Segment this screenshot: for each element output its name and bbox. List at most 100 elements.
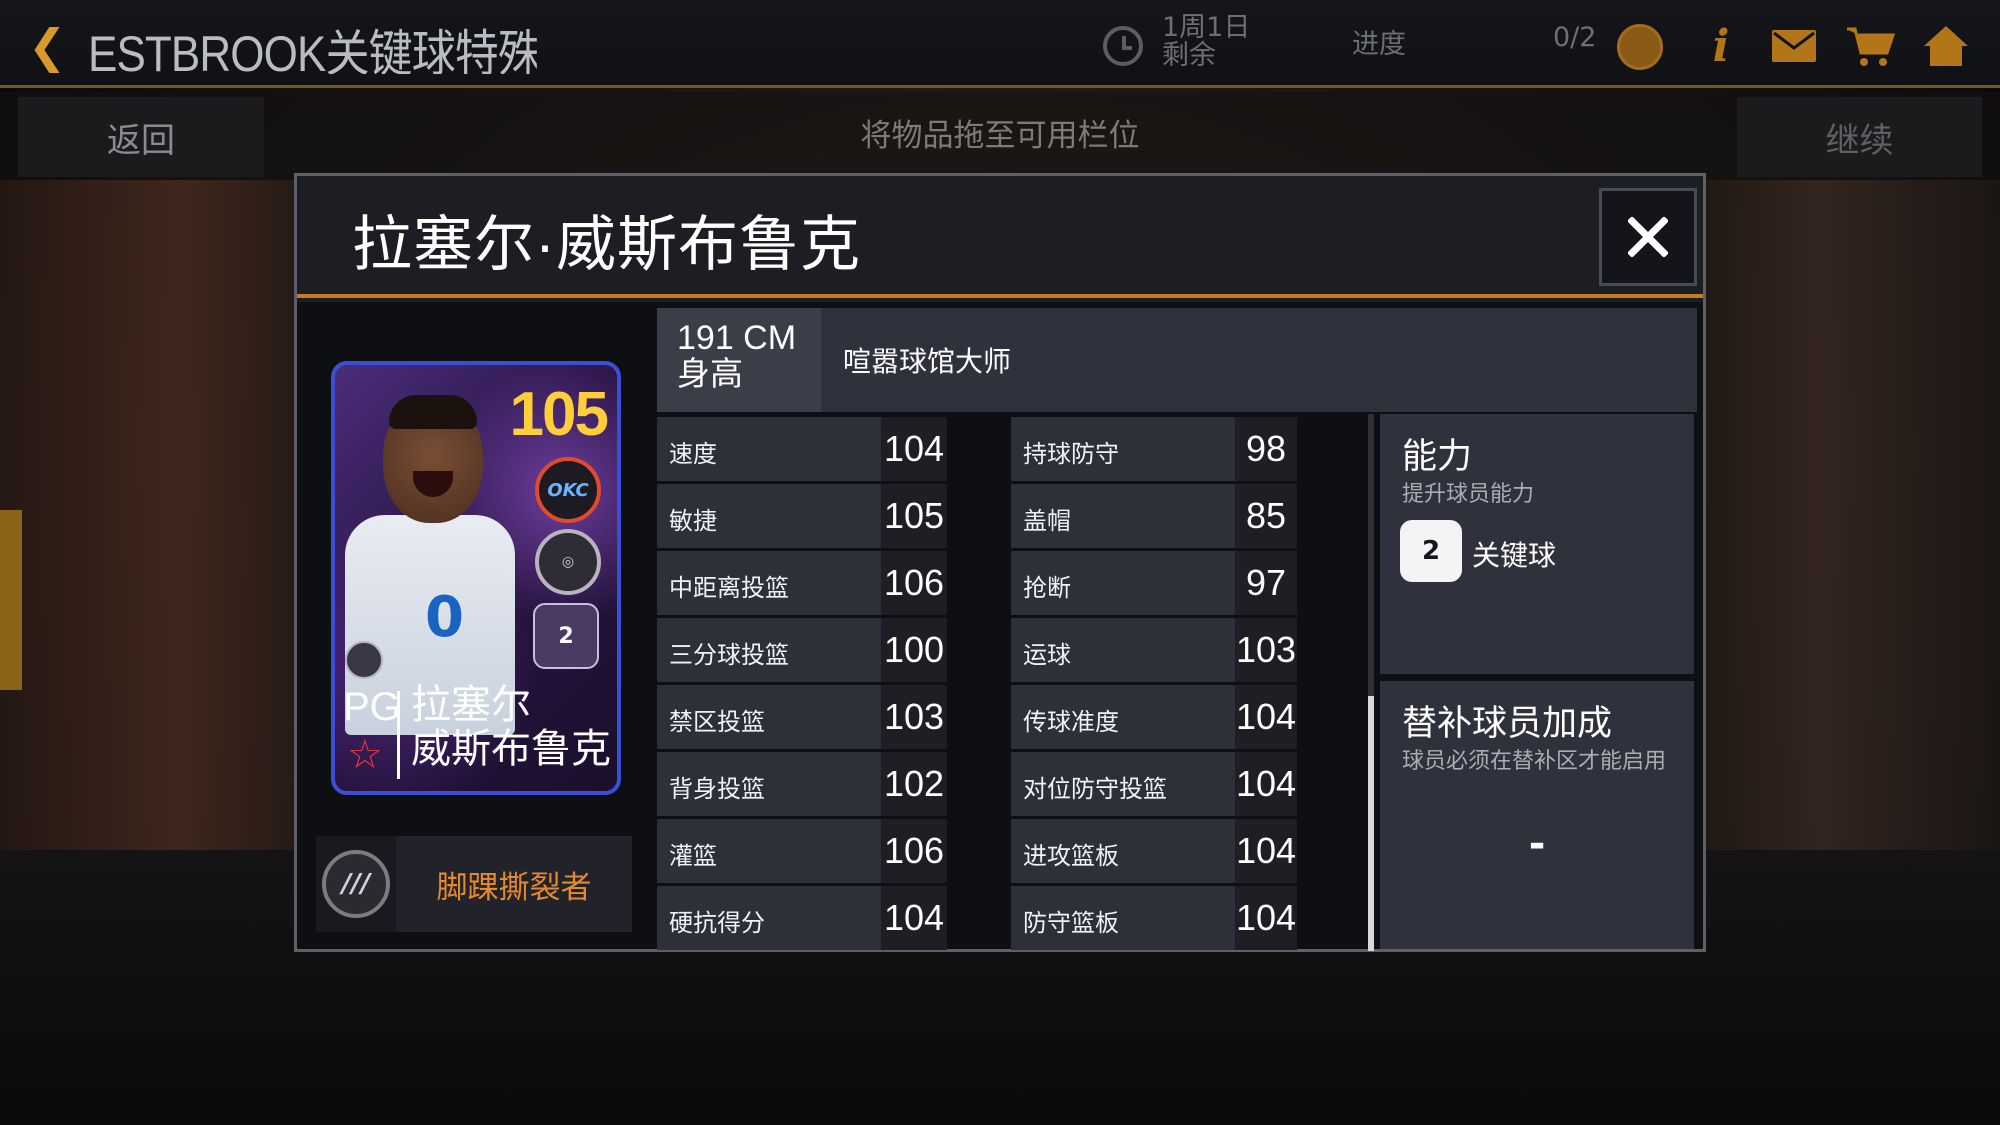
- okc-team-badge-icon: OKC: [535, 457, 601, 523]
- back-button[interactable]: 返回: [18, 97, 264, 177]
- stat-value: 98: [1245, 428, 1287, 469]
- stat-value: 104: [1235, 763, 1297, 804]
- team-abbreviation: OKC: [547, 479, 589, 501]
- player-detail-modal: 拉塞尔·威斯布鲁克 0 105 OKC ◎ 2 PG 拉塞尔 威斯布鲁克 ☆ /…: [294, 173, 1706, 952]
- stat-value-cell: 104: [881, 417, 947, 481]
- card-first-name: 拉塞尔: [411, 682, 531, 728]
- stat-value-cell: 100: [881, 618, 947, 682]
- stat-row: 速度 104: [657, 417, 947, 481]
- clutch-icon[interactable]: 2: [1400, 520, 1462, 582]
- close-icon: [1628, 217, 1668, 257]
- stat-label: 传球准度: [1023, 708, 1119, 736]
- player-card[interactable]: 0 105 OKC ◎ 2 PG 拉塞尔 威斯布鲁克 ☆: [331, 361, 621, 795]
- stat-value-cell: 104: [1235, 886, 1297, 950]
- stat-value-cell: 104: [1235, 752, 1297, 816]
- stat-value-cell: 104: [1235, 819, 1297, 883]
- stat-row: 对位防守投篮 104: [1011, 752, 1297, 816]
- ability-title: 能力: [1402, 437, 1473, 477]
- stat-value: 102: [883, 763, 945, 804]
- stat-row: 灌篮 106: [657, 819, 947, 883]
- stat-value-cell: 103: [1235, 618, 1297, 682]
- cart-icon[interactable]: [1844, 22, 1896, 70]
- basketball-icon[interactable]: [1617, 24, 1663, 70]
- stat-row: 持球防守 98: [1011, 417, 1297, 481]
- side-edge-tab[interactable]: [0, 510, 22, 690]
- progress-label: 进度: [1352, 29, 1406, 60]
- claw-badge-icon: ///: [322, 850, 390, 918]
- stat-value: 105: [883, 495, 945, 536]
- ability-item-name[interactable]: 关键球: [1472, 534, 1556, 574]
- stat-value-cell: 104: [1235, 685, 1297, 749]
- star-icon: ☆: [347, 732, 383, 778]
- back-chevron-icon[interactable]: ❮: [28, 23, 68, 69]
- stat-value: 104: [1235, 696, 1297, 737]
- player-info-strip: 191 CM 身高 喧嚣球馆大师: [657, 308, 1697, 412]
- stat-value: 106: [883, 562, 945, 603]
- stat-label: 禁区投篮: [669, 708, 765, 736]
- stat-row: 抢断 97: [1011, 551, 1297, 615]
- bench-bonus-subtitle: 球员必须在替补区才能启用: [1402, 749, 1667, 774]
- signature-badge[interactable]: /// 脚踝撕裂者: [316, 836, 632, 932]
- clutch-badge-icon: 2: [533, 603, 599, 669]
- close-button[interactable]: [1599, 188, 1697, 286]
- claw-badge-icon: [345, 641, 383, 679]
- stat-label: 背身投篮: [669, 775, 765, 803]
- continue-button[interactable]: 继续: [1737, 97, 1982, 177]
- signature-badge-label: 脚踝撕裂者: [436, 869, 592, 906]
- card-last-name: 威斯布鲁克: [411, 726, 611, 772]
- stat-value-cell: 98: [1235, 417, 1297, 481]
- stat-label: 三分球投篮: [669, 641, 789, 669]
- stat-value-cell: 103: [881, 685, 947, 749]
- stat-row: 传球准度 104: [1011, 685, 1297, 749]
- bench-bonus-panel: 替补球员加成 球员必须在替补区才能启用 -: [1380, 681, 1694, 949]
- ability-subtitle: 提升球员能力: [1402, 482, 1535, 507]
- stat-row: 中距离投篮 106: [657, 551, 947, 615]
- jersey-number: 0: [425, 585, 464, 650]
- stat-value-cell: 85: [1235, 484, 1297, 548]
- stat-value: 104: [883, 428, 945, 469]
- stat-row: 盖帽 85: [1011, 484, 1297, 548]
- scrollbar-thumb[interactable]: [1368, 696, 1374, 951]
- stat-label: 运球: [1023, 641, 1071, 669]
- height-label: 身高: [677, 354, 743, 393]
- stat-label: 中距离投篮: [669, 574, 789, 602]
- info-icon[interactable]: i: [1706, 21, 1736, 72]
- stat-row: 三分球投篮 100: [657, 618, 947, 682]
- height-box: 191 CM 身高: [657, 308, 821, 412]
- player-hair: [389, 395, 477, 429]
- card-rating: 105: [509, 380, 609, 449]
- mail-icon[interactable]: [1768, 22, 1820, 70]
- bench-bonus-title: 替补球员加成: [1402, 704, 1613, 744]
- stat-row: 运球 103: [1011, 618, 1297, 682]
- stat-label: 防守篮板: [1023, 909, 1119, 937]
- stat-label: 硬抗得分: [669, 909, 765, 937]
- pro-badge-icon: ◎: [535, 529, 601, 595]
- stat-label: 抢断: [1023, 574, 1071, 602]
- background-crowd-right: [1700, 180, 2000, 900]
- stat-label: 速度: [669, 440, 717, 468]
- stat-row: 防守篮板 104: [1011, 886, 1297, 950]
- progress-value: 0/2: [1553, 22, 1597, 53]
- home-icon[interactable]: [1920, 22, 1972, 70]
- height-value: 191 CM: [677, 319, 797, 357]
- stat-value-cell: 104: [881, 886, 947, 950]
- stat-label: 持球防守: [1023, 440, 1119, 468]
- stat-value: 106: [883, 830, 945, 871]
- drag-hint: 将物品拖至可用栏位: [860, 118, 1140, 154]
- stat-value: 97: [1245, 562, 1287, 603]
- background-crowd-left: [0, 180, 300, 900]
- stat-value-cell: 106: [881, 819, 947, 883]
- stat-row: 硬抗得分 104: [657, 886, 947, 950]
- event-title: ESTBROOK关键球特殊技能: [88, 26, 537, 74]
- stat-value: 100: [883, 629, 945, 670]
- player-mouth: [413, 471, 453, 497]
- stat-label: 对位防守投篮: [1023, 775, 1167, 803]
- card-name-divider: [397, 691, 400, 779]
- modal-header: 拉塞尔·威斯布鲁克: [297, 176, 1703, 298]
- stat-label: 灌篮: [669, 842, 717, 870]
- time-remaining: 1周1日 剩余: [1162, 14, 1250, 70]
- stat-label: 盖帽: [1023, 507, 1071, 535]
- stat-row: 背身投篮 102: [657, 752, 947, 816]
- stat-row: 禁区投篮 103: [657, 685, 947, 749]
- ability-panel: 能力 提升球员能力 2 关键球: [1380, 414, 1694, 674]
